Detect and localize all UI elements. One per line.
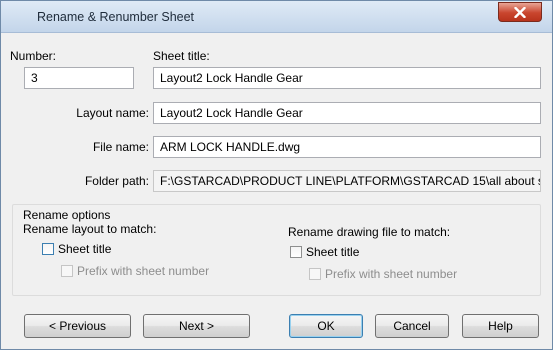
sheet-title-field[interactable]: Layout2 Lock Handle Gear: [153, 67, 541, 89]
sheet-title-label: Sheet title:: [153, 49, 210, 63]
layout-prefix-checkbox[interactable]: [61, 265, 73, 277]
layout-prefix-label: Prefix with sheet number: [77, 264, 210, 278]
rename-renumber-dialog: Rename & Renumber Sheet Number: 3 Sheet …: [0, 0, 553, 350]
layout-name-field[interactable]: Layout2 Lock Handle Gear: [153, 102, 541, 124]
title-bar: Rename & Renumber Sheet: [1, 1, 552, 33]
folder-path-label: Folder path:: [84, 174, 149, 188]
file-name-field[interactable]: ARM LOCK HANDLE.dwg: [153, 136, 541, 158]
cancel-button[interactable]: Cancel: [375, 314, 449, 338]
folder-path-field[interactable]: F:\GSTARCAD\PRODUCT LINE\PLATFORM\GSTARC…: [153, 170, 541, 192]
layout-sheet-title-label: Sheet title: [58, 242, 112, 256]
ok-button[interactable]: OK: [289, 314, 363, 338]
number-label: Number:: [10, 49, 57, 63]
close-icon: [514, 7, 526, 18]
window-title: Rename & Renumber Sheet: [37, 10, 195, 24]
rename-drawing-heading: Rename drawing file to match:: [288, 225, 451, 239]
next-button[interactable]: Next >: [143, 314, 250, 338]
drawing-sheet-title-label: Sheet title: [306, 245, 360, 259]
close-button[interactable]: [498, 2, 542, 22]
drawing-sheet-title-checkbox[interactable]: [290, 246, 302, 258]
previous-button[interactable]: < Previous: [24, 314, 131, 338]
number-field[interactable]: 3: [24, 67, 134, 89]
drawing-prefix-label: Prefix with sheet number: [325, 267, 458, 281]
layout-sheet-title-checkbox[interactable]: [42, 243, 54, 255]
file-name-label: File name:: [92, 140, 149, 154]
help-button[interactable]: Help: [462, 314, 539, 338]
rename-layout-heading: Rename layout to match:: [23, 222, 157, 236]
drawing-prefix-checkbox[interactable]: [309, 268, 321, 280]
rename-options-label: Rename options: [23, 208, 111, 222]
layout-name-label: Layout name:: [76, 106, 149, 120]
